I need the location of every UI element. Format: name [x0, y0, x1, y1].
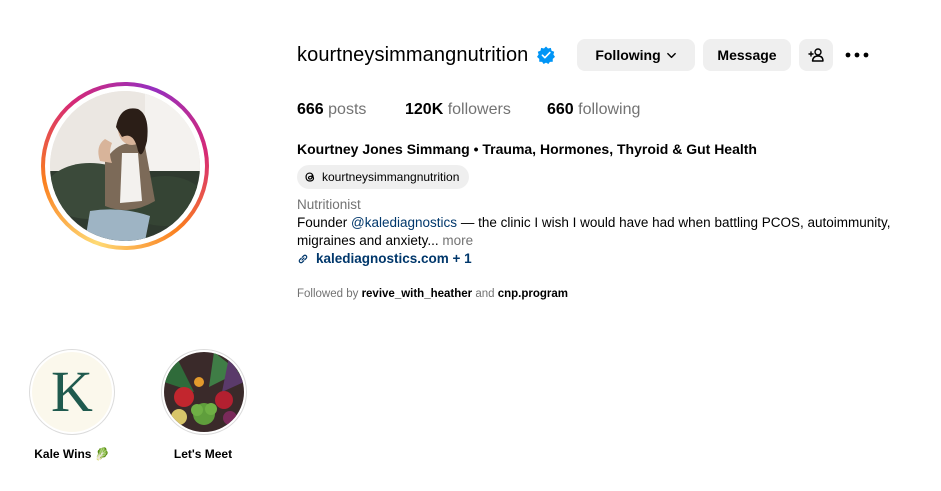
highlight-cover-lets-meet [164, 352, 244, 432]
threads-badge[interactable]: kourtneysimmangnutrition [297, 165, 470, 189]
chevron-down-icon [666, 52, 676, 58]
following-stat[interactable]: 660 following [547, 101, 640, 119]
followers-count: 120K [405, 101, 444, 118]
posts-stat: 666 posts [297, 101, 366, 119]
profile-username: kourtneysimmangnutrition [297, 43, 529, 66]
posts-label: posts [323, 101, 367, 118]
add-person-icon [808, 48, 824, 62]
followed-by-prefix: Followed by [297, 288, 362, 300]
more-options-button[interactable] [843, 39, 871, 71]
avatar-illustration [50, 91, 200, 241]
link-icon [298, 254, 308, 263]
followed-by-user-2: cnp.program [497, 288, 569, 300]
following-button[interactable]: Following [577, 39, 695, 71]
posts-count: 666 [297, 101, 324, 118]
external-link-text: kalediagnostics.com + 1 [316, 251, 472, 266]
profile-avatar[interactable] [50, 91, 200, 241]
profile-category: Nutritionist [297, 197, 361, 212]
highlight-logo-letter: K [51, 359, 93, 424]
following-count: 660 [547, 101, 574, 118]
avatar-gap [45, 86, 205, 246]
threads-icon [305, 172, 315, 182]
profile-external-link[interactable]: kalediagnostics.com + 1 [297, 251, 472, 266]
message-button-label: Message [717, 47, 777, 63]
profile-avatar-ring[interactable] [41, 82, 209, 250]
profile-header: kourtneysimmangnutrition [297, 39, 556, 71]
bio-text-line1: — the clinic I wish I would have had whe… [457, 215, 891, 230]
following-label: following [573, 101, 641, 118]
profile-bio: Founder @kalediagnostics — the clinic I … [297, 214, 917, 250]
verified-badge-icon [537, 46, 556, 64]
bio-mention-link[interactable]: @kalediagnostics [351, 215, 457, 230]
highlight-lets-meet[interactable] [161, 349, 247, 435]
followers-label: followers [443, 101, 511, 118]
bio-prefix: Founder [297, 215, 352, 230]
bio-more-link[interactable]: more [442, 233, 473, 248]
profile-full-name: Kourtney Jones Simmang • Trauma, Hormone… [297, 141, 757, 157]
message-button[interactable]: Message [703, 39, 791, 71]
suggest-people-button[interactable] [799, 39, 833, 71]
vegetables-image [164, 352, 244, 432]
following-button-label: Following [595, 47, 661, 63]
highlight-label-lets-meet: Let's Meet [173, 447, 233, 461]
followers-stat[interactable]: 120K followers [405, 101, 511, 119]
more-options-icon [845, 52, 869, 58]
highlight-label-kale-wins: Kale Wins 🥬 [34, 447, 110, 461]
followed-by-text[interactable]: Followed by revive_with_heather and cnp.… [297, 288, 568, 300]
bio-text-line2: migraines and anxiety... [297, 233, 439, 248]
highlight-kale-wins[interactable]: K [29, 349, 115, 435]
threads-handle: kourtneysimmangnutrition [322, 170, 460, 184]
highlight-cover-kale-wins: K [32, 352, 112, 432]
followed-by-and: and [472, 288, 498, 300]
followed-by-user-1: revive_with_heather [361, 288, 473, 300]
